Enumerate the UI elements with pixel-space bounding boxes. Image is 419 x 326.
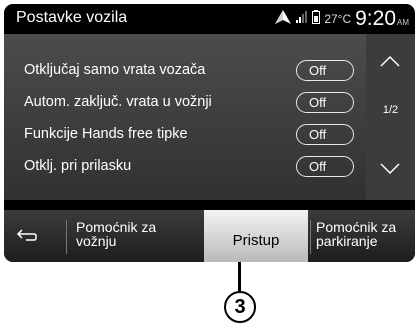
page-indicator: 1/2 <box>382 104 399 116</box>
setting-toggle[interactable]: Off <box>296 92 354 113</box>
tab-label: Pristup <box>232 232 280 249</box>
callout-line <box>238 262 241 292</box>
scroll-down-button[interactable] <box>366 142 415 200</box>
tab-driving-assistant[interactable]: Pomoćnik za vožnju <box>68 210 202 262</box>
status-bar: Postavke vozila 27°C 9:20 AM <box>4 4 415 34</box>
settings-list: Otključaj samo vrata vozača Off Autom. z… <box>4 34 415 200</box>
tab-separator <box>310 220 311 254</box>
tab-separator <box>66 220 67 254</box>
signal-strength-icon <box>296 10 308 28</box>
toggle-value: Off <box>309 127 327 142</box>
setting-row-unlock-driver-door[interactable]: Otključaj samo vrata vozača Off <box>4 58 364 84</box>
chevron-up-icon <box>380 55 400 67</box>
toggle-value: Off <box>309 63 327 78</box>
callout-marker: 3 <box>224 291 256 323</box>
back-arrow-icon <box>16 229 37 241</box>
tab-label: Pomoćnik za vožnju <box>76 219 157 249</box>
tab-label: Pomoćnik za parkiranje <box>316 219 397 249</box>
setting-row-hands-free-key[interactable]: Funkcije Hands free tipke Off <box>4 122 364 148</box>
setting-label: Otklj. pri prilasku <box>24 158 132 174</box>
setting-label: Autom. zaključ. vrata u vožnji <box>24 94 212 110</box>
toggle-value: Off <box>309 95 327 110</box>
setting-toggle[interactable]: Off <box>296 156 354 177</box>
setting-toggle[interactable]: Off <box>296 60 354 81</box>
chevron-down-icon <box>380 163 400 175</box>
scroll-panel: 1/2 <box>366 34 415 200</box>
back-button[interactable] <box>4 210 52 262</box>
temperature-readout: 27°C <box>324 12 352 26</box>
setting-label: Otključaj samo vrata vozača <box>24 62 206 78</box>
status-indicators: 27°C 9:20 AM <box>274 6 409 32</box>
clock-ampm: AM <box>397 18 409 27</box>
scroll-up-button[interactable] <box>366 34 415 92</box>
setting-row-auto-lock-driving[interactable]: Autom. zaključ. vrata u vožnji Off <box>4 90 364 116</box>
bottom-tab-bar: Pomoćnik za vožnju Pristup Pomoćnik za p… <box>4 210 415 262</box>
setting-label: Funkcije Hands free tipke <box>24 126 188 142</box>
tab-access[interactable]: Pristup <box>204 210 308 262</box>
page-title: Postavke vozila <box>16 9 128 26</box>
navigation-arrow-icon <box>274 9 292 30</box>
setting-row-unlock-on-approach[interactable]: Otklj. pri prilasku Off <box>4 154 364 180</box>
callout-number: 3 <box>234 296 246 318</box>
clock-time: 9:20 <box>355 7 396 30</box>
phone-battery-icon <box>312 9 321 29</box>
setting-toggle[interactable]: Off <box>296 124 354 145</box>
infotainment-screen: Postavke vozila 27°C 9:20 AM Otključaj s… <box>4 4 415 262</box>
tab-parking-assistant[interactable]: Pomoćnik za parkiranje <box>312 210 415 262</box>
toggle-value: Off <box>309 159 327 174</box>
